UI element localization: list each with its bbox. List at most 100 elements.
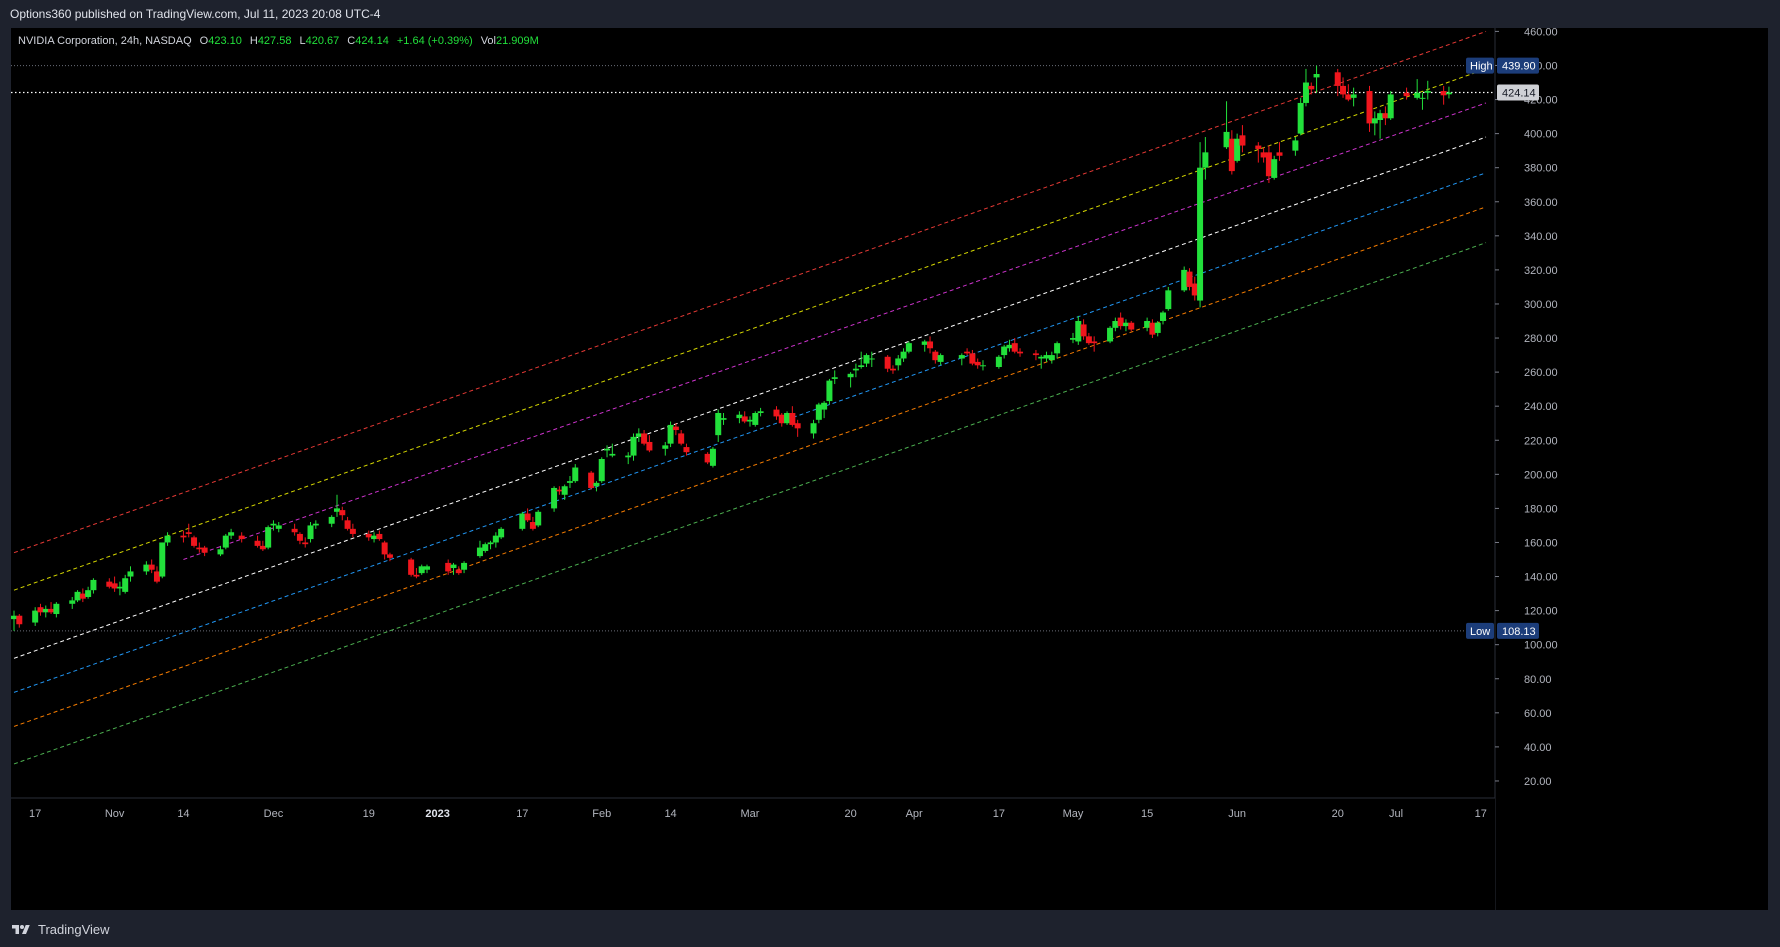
- candle-body[interactable]: [858, 365, 865, 368]
- candle-body[interactable]: [1313, 73, 1320, 78]
- candle-body[interactable]: [609, 453, 616, 456]
- candle-body[interactable]: [1308, 85, 1315, 90]
- candle-body[interactable]: [561, 486, 568, 495]
- candle-body[interactable]: [678, 433, 685, 444]
- candle-body[interactable]: [683, 447, 690, 453]
- candle-body[interactable]: [270, 523, 277, 526]
- candle-body[interactable]: [196, 547, 203, 550]
- candle-body[interactable]: [1117, 317, 1124, 327]
- candle-body[interactable]: [450, 564, 457, 569]
- candle-body[interactable]: [53, 603, 60, 615]
- chart-frame[interactable]: 20.00 40.00 60.00 80.00 100.00 120.00 140.00 16…: [11, 28, 1768, 910]
- candle-body[interactable]: [773, 409, 780, 417]
- candle-body[interactable]: [228, 532, 235, 536]
- candle-body[interactable]: [1403, 92, 1410, 97]
- candle-body[interactable]: [201, 547, 208, 553]
- candle-body[interactable]: [921, 341, 928, 345]
- candle-body[interactable]: [551, 487, 558, 509]
- candle-body[interactable]: [572, 467, 579, 482]
- candle-body[interactable]: [1080, 324, 1087, 337]
- candle-body[interactable]: [159, 542, 166, 577]
- candle-body[interactable]: [519, 513, 526, 529]
- candle-body[interactable]: [85, 590, 92, 597]
- candle-body[interactable]: [1032, 353, 1039, 356]
- candle-body[interactable]: [715, 413, 722, 436]
- candle-body[interactable]: [164, 535, 171, 543]
- candle-body[interactable]: [37, 607, 44, 613]
- candle-body[interactable]: [106, 581, 113, 587]
- candle-body[interactable]: [847, 373, 854, 378]
- candle-body[interactable]: [191, 537, 198, 546]
- candle-body[interactable]: [16, 615, 23, 625]
- candle-body[interactable]: [1069, 338, 1076, 340]
- candle-body[interactable]: [630, 436, 637, 456]
- price-chart[interactable]: 20.00 40.00 60.00 80.00 100.00 120.00 140.00 16…: [11, 28, 1768, 910]
- candle-body[interactable]: [461, 562, 468, 570]
- candle-body[interactable]: [789, 413, 796, 425]
- candle-body[interactable]: [884, 356, 891, 369]
- candle-body[interactable]: [1265, 152, 1272, 177]
- candle-body[interactable]: [349, 528, 356, 534]
- candle-body[interactable]: [1043, 355, 1050, 359]
- candle-body[interactable]: [296, 533, 303, 541]
- candle-body[interactable]: [1075, 321, 1082, 342]
- candle-body[interactable]: [1366, 91, 1373, 124]
- candle-body[interactable]: [455, 569, 462, 574]
- candle-body[interactable]: [831, 377, 838, 379]
- candle-body[interactable]: [90, 579, 97, 591]
- candle-body[interactable]: [69, 600, 76, 604]
- candle-body[interactable]: [413, 574, 420, 577]
- candle-body[interactable]: [376, 533, 383, 540]
- candle-body[interactable]: [815, 404, 822, 420]
- candle-body[interactable]: [720, 418, 727, 420]
- candle-body[interactable]: [143, 564, 150, 572]
- candle-body[interactable]: [635, 433, 642, 437]
- candle-body[interactable]: [111, 583, 118, 589]
- candle-body[interactable]: [1038, 356, 1045, 359]
- candle-body[interactable]: [254, 540, 261, 546]
- candle-body[interactable]: [1260, 152, 1267, 158]
- candle-body[interactable]: [1292, 140, 1299, 151]
- candle-body[interactable]: [889, 368, 896, 371]
- candle-body[interactable]: [1011, 343, 1018, 352]
- candle-body[interactable]: [1276, 152, 1283, 156]
- candle-body[interactable]: [556, 489, 563, 492]
- candle-body[interactable]: [371, 535, 378, 540]
- candle-body[interactable]: [11, 615, 17, 620]
- candle-body[interactable]: [386, 554, 393, 558]
- candle-body[interactable]: [895, 358, 902, 366]
- candle-body[interactable]: [1054, 343, 1061, 354]
- candle-body[interactable]: [937, 355, 944, 362]
- candle-body[interactable]: [180, 535, 187, 538]
- candle-body[interactable]: [476, 547, 483, 557]
- candle-body[interactable]: [222, 535, 229, 548]
- candle-body[interactable]: [333, 508, 340, 512]
- candle-body[interactable]: [974, 361, 981, 366]
- candle-body[interactable]: [1414, 92, 1421, 98]
- candle-body[interactable]: [1091, 341, 1098, 344]
- candle-body[interactable]: [524, 513, 531, 521]
- candle-body[interactable]: [1302, 82, 1309, 103]
- candle-body[interactable]: [259, 545, 266, 550]
- candle-body[interactable]: [307, 525, 314, 540]
- candle-body[interactable]: [826, 380, 833, 402]
- candle-body[interactable]: [1160, 312, 1167, 322]
- candle-body[interactable]: [116, 586, 123, 589]
- candle-body[interactable]: [265, 527, 272, 548]
- candle-body[interactable]: [1186, 271, 1193, 287]
- candle-body[interactable]: [153, 571, 160, 582]
- candle-body[interactable]: [667, 424, 674, 444]
- candle-body[interactable]: [1001, 346, 1008, 356]
- candle-body[interactable]: [1154, 322, 1161, 333]
- candle-body[interactable]: [1149, 322, 1156, 335]
- candle-body[interactable]: [185, 532, 192, 534]
- candle-body[interactable]: [625, 455, 632, 458]
- candle-body[interactable]: [445, 562, 452, 572]
- candle-body[interactable]: [1340, 85, 1347, 95]
- candle-body[interactable]: [1085, 336, 1092, 344]
- candle-body[interactable]: [672, 426, 679, 431]
- candle-body[interactable]: [1382, 113, 1389, 119]
- candle-body[interactable]: [312, 523, 319, 526]
- candle-body[interactable]: [905, 343, 912, 352]
- candle-body[interactable]: [1239, 135, 1246, 146]
